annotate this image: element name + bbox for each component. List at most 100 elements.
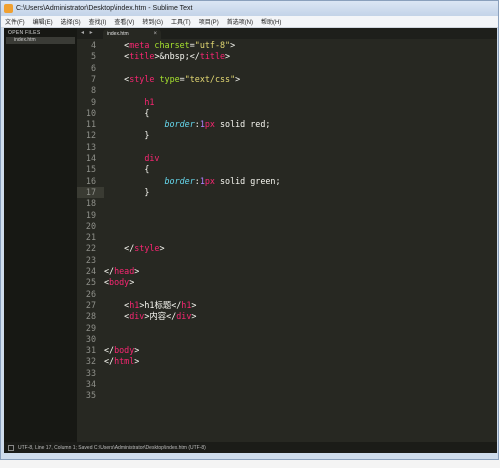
menu-view[interactable]: 查看(V) (110, 17, 138, 26)
line-number: 8 (90, 85, 96, 96)
code-line[interactable]: 5 <title>&nbsp;</title> (77, 51, 497, 62)
code-text: { (104, 164, 149, 175)
line-number: 35 (85, 390, 96, 401)
code-line[interactable]: 7 <style type="text/css"> (77, 74, 497, 85)
line-number: 21 (85, 232, 96, 243)
menu-edit[interactable]: 编辑(E) (29, 17, 57, 26)
menu-goto[interactable]: 转到(G) (138, 17, 167, 26)
code-text: </html> (104, 356, 139, 367)
code-line[interactable]: 17 } (77, 187, 497, 198)
code-line[interactable]: 20 (77, 221, 497, 232)
menu-project[interactable]: 项目(P) (195, 17, 223, 26)
line-number: 16 (85, 175, 96, 186)
line-number: 27 (85, 299, 96, 310)
code-token: px (204, 175, 215, 186)
line-number: 7 (90, 73, 96, 84)
line-number: 24 (85, 266, 96, 276)
panel-toggle-icon[interactable] (8, 444, 14, 451)
menu-find[interactable]: 查找(I) (85, 17, 111, 26)
code-line[interactable]: 6 (77, 63, 497, 74)
menu-selection[interactable]: 选择(S) (57, 17, 85, 26)
menu-preferences[interactable]: 首选项(N) (223, 17, 257, 26)
code-line[interactable]: 22 </style> (77, 243, 497, 254)
code-line[interactable]: 31 </body> (77, 345, 497, 356)
code-line[interactable]: 4 <meta charset="utf-8"> (77, 40, 497, 51)
code-line[interactable]: 35 (77, 390, 497, 401)
bottom-strip (0, 460, 500, 468)
code-text: </style> (104, 243, 164, 254)
code-line[interactable]: 32 </html> (77, 356, 497, 367)
line-number: 11 (85, 119, 96, 130)
code-token: div (176, 311, 192, 322)
code-token: title (199, 51, 226, 62)
line-number: 31 (85, 345, 96, 356)
tab-label: index.htm (107, 31, 129, 37)
code-token: style (134, 243, 160, 254)
code-token: </ (124, 243, 135, 254)
code-line[interactable]: 29 (77, 323, 497, 334)
code-text: border:1px solid red; (104, 119, 271, 130)
code-line[interactable]: 21 (77, 232, 497, 243)
code-line[interactable]: 26 (77, 289, 497, 300)
code-token: >h1标题</ (139, 299, 182, 310)
code-line[interactable]: 25 <body> (77, 277, 497, 288)
code-text: { (104, 108, 149, 119)
code-line[interactable]: 30 (77, 334, 497, 345)
code-token: head (114, 266, 135, 276)
code-token: "text/css" (184, 73, 236, 84)
code-token: charset (149, 40, 190, 50)
code-line[interactable]: 33 (77, 368, 497, 379)
code-line[interactable]: 13 (77, 142, 497, 153)
window-title: C:\Users\Administrator\Desktop\index.htm… (16, 5, 193, 12)
code-token: >&nbsp;</ (154, 51, 200, 62)
code-line[interactable]: 8 (77, 85, 497, 96)
code-line[interactable]: 27 <h1>h1标题</h1> (77, 300, 497, 311)
code-text: border:1px solid green; (104, 176, 281, 187)
code-token: body (109, 277, 130, 288)
code-line[interactable]: 28 <div>内容</div> (77, 311, 497, 322)
code-token: > (191, 311, 197, 322)
code-editor[interactable]: 4 <meta charset="utf-8"> 5 <title>&nbsp;<… (77, 39, 497, 442)
code-line[interactable]: 34 (77, 379, 497, 390)
code-line[interactable]: 10 { (77, 108, 497, 119)
menu-file[interactable]: 文件(F) (1, 17, 29, 26)
tab-index-htm[interactable]: index.htm × (103, 29, 161, 39)
code-token: type (154, 73, 180, 84)
code-token: } (104, 186, 150, 197)
tab-bar: ◂ ▸ index.htm × (77, 28, 497, 39)
code-line[interactable]: 18 (77, 198, 497, 209)
menu-tools[interactable]: 工具(T) (167, 17, 195, 26)
code-line[interactable]: 12 } (77, 130, 497, 141)
code-line[interactable]: 23 (77, 255, 497, 266)
code-line[interactable]: 24 </head> (77, 266, 497, 277)
code-line[interactable]: 14 div (77, 153, 497, 164)
sidebar-file-item[interactable]: index.htm (6, 37, 75, 44)
line-number: 13 (85, 141, 96, 152)
code-line[interactable]: 11 border:1px solid red; (77, 119, 497, 130)
line-number: 6 (90, 62, 96, 73)
line-number: 10 (85, 107, 96, 118)
code-line[interactable]: 19 (77, 210, 497, 221)
line-number: 4 (90, 40, 96, 50)
code-line[interactable]: 15 { (77, 164, 497, 175)
code-token: border (164, 175, 195, 186)
code-line[interactable]: 16 border:1px solid green; (77, 176, 497, 187)
open-files-header: OPEN FILES (8, 30, 41, 36)
code-line[interactable]: 9 h1 (77, 97, 497, 108)
close-icon[interactable]: × (153, 31, 157, 37)
code-token: meta (129, 40, 150, 50)
line-number: 33 (85, 367, 96, 378)
code-token: > (129, 277, 135, 288)
code-token: html (114, 356, 135, 367)
menu-help[interactable]: 帮助(H) (257, 17, 285, 26)
sidebar: OPEN FILES index.htm (4, 28, 77, 442)
tab-scroll-arrows[interactable]: ◂ ▸ (77, 28, 101, 39)
title-bar: C:\Users\Administrator\Desktop\index.htm… (1, 1, 498, 16)
